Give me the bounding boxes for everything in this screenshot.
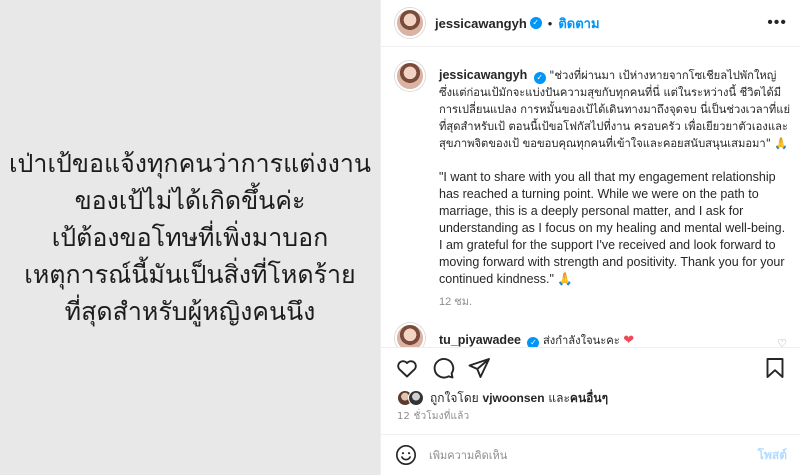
post-timestamp[interactable]: 12 ชั่วโมงที่แล้ว xyxy=(397,409,469,424)
comments-list[interactable]: jessicawangyh ✓ "ช่วงที่ผ่านมา เป้ห่างหา… xyxy=(381,47,800,347)
likes-connector: และ xyxy=(548,390,570,405)
add-comment-bar: โพสต์ xyxy=(381,434,800,475)
caption-body: jessicawangyh ✓ "ช่วงที่ผ่านมา เป้ห่างหา… xyxy=(439,67,791,311)
image-text-line: ที่สุดสำหรับผู้หญิงคนนึง xyxy=(64,297,316,326)
emoji-icon[interactable] xyxy=(395,444,417,466)
separator-dot: • xyxy=(547,15,553,31)
image-text-line: เป่าเป้ขอแจ้งทุกคนว่าการแต่งงาน xyxy=(9,149,371,178)
post-header: jessicawangyh ✓ • ติดตาม ••• xyxy=(381,0,800,47)
comment-icon[interactable] xyxy=(431,356,455,380)
share-icon[interactable] xyxy=(467,356,491,380)
likes-prefix: ถูกใจโดย xyxy=(430,390,479,405)
post-details-panel: jessicawangyh ✓ • ติดตาม ••• jessicawang… xyxy=(380,0,800,475)
likes-summary[interactable]: ถูกใจโดย vjwoonsen และคนอื่นๆ xyxy=(397,389,608,407)
caption-english-text: "I want to share with you all that my en… xyxy=(439,170,786,286)
post-image[interactable]: เป่าเป้ขอแจ้งทุกคนว่าการแต่งงาน ของเป้ไม… xyxy=(0,0,380,475)
image-text-line: เหตุการณ์นี้มันเป็นสิ่งที่โหดร้าย xyxy=(24,260,356,289)
comment-text: ส่งกำลังใจนะคะ xyxy=(542,334,620,347)
verified-badge-icon: ✓ xyxy=(529,17,542,29)
verified-badge-icon: ✓ xyxy=(527,337,540,347)
liker-avatar xyxy=(408,390,424,406)
more-options-icon[interactable]: ••• xyxy=(767,14,787,32)
like-heart-icon[interactable] xyxy=(395,356,419,380)
image-text-line: เป้ต้องขอโทษที่เพิ่งมาบอก xyxy=(51,223,329,252)
add-comment-input[interactable] xyxy=(429,448,758,462)
author-username[interactable]: jessicawangyh xyxy=(435,16,527,31)
likes-others[interactable]: คนอื่นๆ xyxy=(570,391,608,405)
commenter-avatar[interactable] xyxy=(395,323,425,347)
red-heart-emoji: ❤ xyxy=(623,332,635,347)
author-avatar[interactable] xyxy=(395,8,425,38)
caption-username[interactable]: jessicawangyh xyxy=(439,68,527,82)
image-text-line: ของเป้ไม่ได้เกิดขึ้นค่ะ xyxy=(74,186,306,215)
save-bookmark-icon[interactable] xyxy=(763,356,787,380)
post-comment-button[interactable]: โพสต์ xyxy=(758,446,787,465)
caption-time[interactable]: 12 ชม. xyxy=(439,294,791,311)
like-comment-icon[interactable]: ♡ xyxy=(777,337,787,347)
post-image-text: เป่าเป้ขอแจ้งทุกคนว่าการแต่งงาน ของเป้ไม… xyxy=(5,145,375,330)
verified-badge-icon: ✓ xyxy=(533,72,546,84)
commenter-username[interactable]: tu_piyawadee xyxy=(439,333,521,347)
action-bar xyxy=(381,347,800,389)
follow-button[interactable]: ติดตาม xyxy=(558,13,599,34)
comment-body: tu_piyawadee ✓ ส่งกำลังใจนะคะ ❤ xyxy=(439,331,791,347)
liker-username[interactable]: vjwoonsen xyxy=(483,391,545,405)
likes-text: ถูกใจโดย vjwoonsen และคนอื่นๆ xyxy=(430,389,608,408)
caption-author-avatar[interactable] xyxy=(395,61,425,91)
